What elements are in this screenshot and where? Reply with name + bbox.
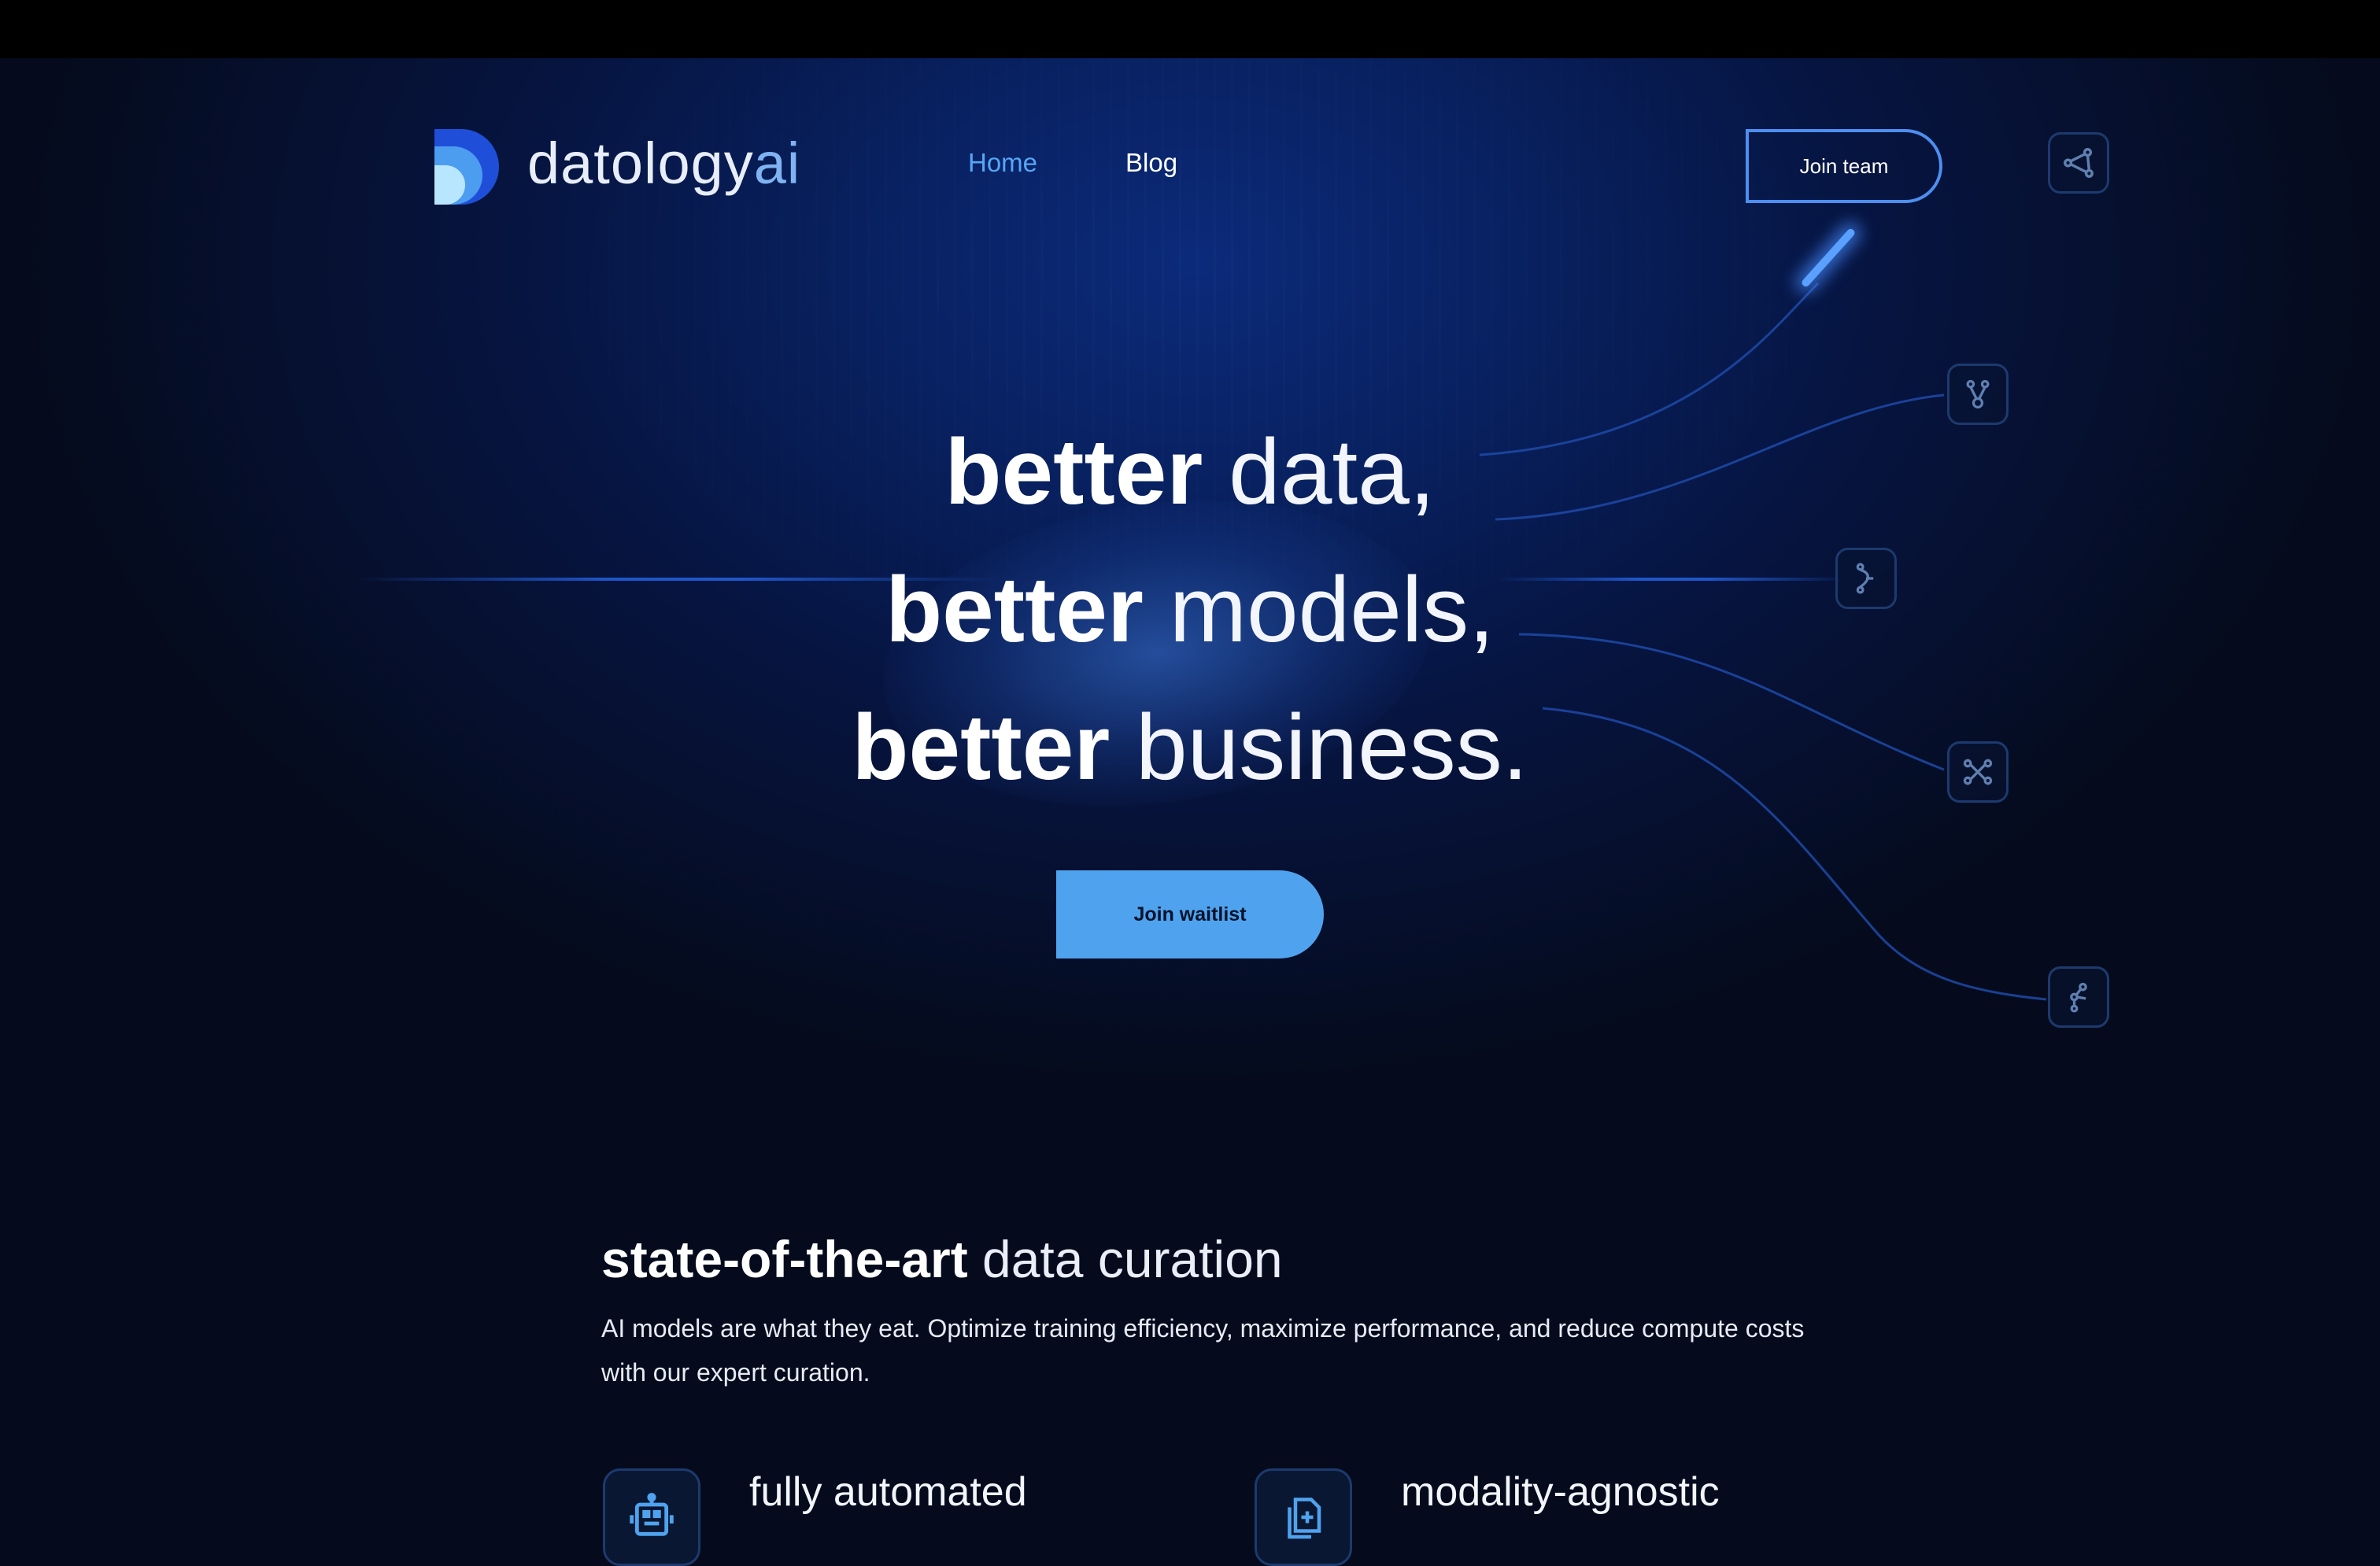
headline-light: business. [1110, 696, 1528, 800]
join-waitlist-button[interactable]: Join waitlist [1056, 870, 1324, 958]
headline-bold: better [885, 558, 1144, 662]
brand-wordmark[interactable]: datologyai [527, 126, 800, 201]
section-title: state-of-the-art data curation [601, 1228, 1283, 1291]
hero-headline-line3: better business. [0, 693, 2380, 803]
brand-suffix: ai [753, 131, 801, 196]
section-title-light: data curation [967, 1230, 1283, 1288]
hero-headline-line1: better data, [0, 417, 2380, 527]
brand-name: datology [527, 131, 754, 196]
headline-bold: better [852, 696, 1111, 800]
headline-bold: better [944, 420, 1203, 524]
route-icon [2048, 966, 2109, 1028]
document-icon [1255, 1468, 1352, 1566]
join-team-button[interactable]: Join team [1746, 129, 1942, 203]
feature-modality-agnostic: modality-agnostic [1401, 1469, 1720, 1515]
hero-headline-line2: better models, [0, 555, 2380, 665]
section-title-bold: state-of-the-art [601, 1230, 968, 1288]
nav-home-link[interactable]: Home [968, 148, 1037, 178]
headline-light: data, [1203, 420, 1436, 524]
headline-light: models, [1143, 558, 1495, 662]
feature-fully-automated: fully automated [749, 1469, 1027, 1515]
branch-icon [1947, 364, 2009, 425]
datology-logo-icon[interactable] [434, 129, 499, 205]
section-description: AI models are what they eat. Optimize tr… [601, 1314, 1805, 1387]
nav-blog-link[interactable]: Blog [1125, 148, 1177, 178]
robot-icon [603, 1468, 700, 1566]
graph-icon [2048, 132, 2109, 194]
